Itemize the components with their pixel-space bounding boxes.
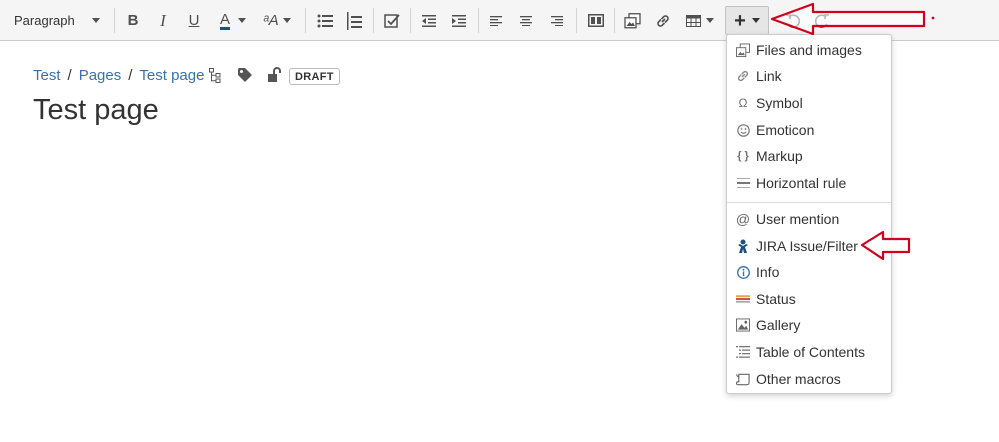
annotation-dot	[931, 16, 935, 20]
annotation-arrow-jira	[860, 230, 911, 261]
annotation-overlay	[770, 2, 935, 261]
annotation-arrow-plus	[770, 2, 926, 36]
